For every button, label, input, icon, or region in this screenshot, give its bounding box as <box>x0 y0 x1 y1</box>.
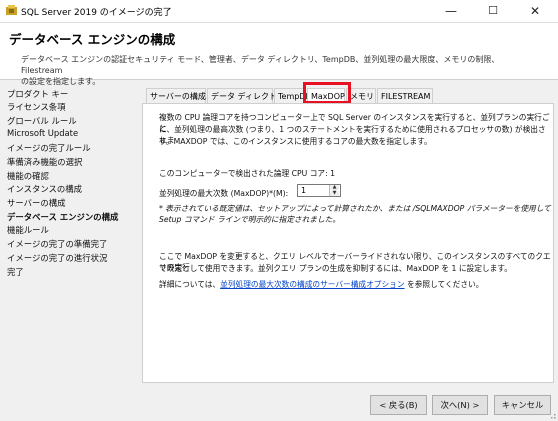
maxdop-value[interactable]: 1 <box>301 185 306 196</box>
detail-suffix: を参照してください。 <box>404 280 484 289</box>
maxdop-field-label: 並列処理の最大次数 (MaxDOP)*(M): <box>159 189 289 198</box>
spin-down-icon[interactable]: ▼ <box>330 191 339 196</box>
sidebar-item-instance-config[interactable]: インスタンスの構成 <box>7 183 82 195</box>
detected-cores-text: このコンピューターで検出された論理 CPU コア: 1 <box>159 169 336 178</box>
maxdop-tab-highlight <box>303 82 351 104</box>
maxdop-spinbox[interactable]: 1 ▲ ▼ <box>297 184 341 197</box>
sidebar-item-completion-progress[interactable]: イメージの完了の進行状況 <box>7 252 107 264</box>
tab-filestream[interactable]: FILESTREAM <box>377 88 433 103</box>
default-note-line-1: * 表示されている既定値は、セットアップによって計算されたか、または /SQLM… <box>159 204 551 213</box>
sidebar-item-prepared-features[interactable]: 準備済み機能の選択 <box>7 156 82 168</box>
tab-server-config[interactable]: サーバーの構成 <box>146 88 206 103</box>
change-info-line-2: で既定として使用できます。並列クエリ プランの生成を抑制するには、MaxDOP … <box>159 264 512 273</box>
tab-tempdb[interactable]: TempDB <box>274 88 311 103</box>
default-note-line-2: Setup コマンド ラインで明示的に指定されました。 <box>159 215 341 224</box>
window-title: SQL Server 2019 のイメージの完了 <box>21 8 172 18</box>
wizard-steps-sidebar: プロダクト キー ライセンス条項 グローバル ルール Microsoft Upd… <box>0 80 134 385</box>
sidebar-item-complete[interactable]: 完了 <box>7 266 24 278</box>
sidebar-item-image-completion-rules[interactable]: イメージの完了ルール <box>7 142 91 154</box>
spin-buttons: ▲ ▼ <box>329 185 340 196</box>
sidebar-item-ready-to-complete[interactable]: イメージの完了の準備完了 <box>7 238 107 250</box>
sidebar-item-microsoft-update[interactable]: Microsoft Update <box>7 128 78 138</box>
maxdop-panel: 複数の CPU 論理コアを持つコンピューター上で SQL Server のインス… <box>142 103 554 383</box>
page-description-line-1: データベース エンジンの認証セキュリティ モード、管理者、データ ディレクトリ、… <box>21 55 500 75</box>
title-bar: SQL Server 2019 のイメージの完了 — ☐ ✕ <box>0 0 558 23</box>
sidebar-item-feature-rules[interactable]: 機能ルール <box>7 224 49 236</box>
detail-prefix: 詳細については、 <box>159 280 221 289</box>
sidebar-item-global-rules[interactable]: グローバル ルール <box>7 115 77 127</box>
back-button[interactable]: < 戻る(B) <box>370 395 427 415</box>
minimize-button[interactable]: — <box>430 0 472 22</box>
sidebar-item-server-config[interactable]: サーバーの構成 <box>7 197 66 209</box>
detail-info: 詳細については、並列処理の最大次数の構成のサーバー構成オプション を参照してくだ… <box>159 279 483 290</box>
tab-data-directories[interactable]: データ ディレクトリ <box>207 88 285 103</box>
sidebar-item-license-terms[interactable]: ライセンス条項 <box>7 101 65 113</box>
maximize-button[interactable]: ☐ <box>472 0 514 22</box>
close-button[interactable]: ✕ <box>514 0 556 22</box>
sidebar-item-feature-review[interactable]: 機能の確認 <box>7 170 49 182</box>
cancel-button[interactable]: キャンセル <box>494 395 551 415</box>
next-button[interactable]: 次へ(N) > <box>432 395 488 415</box>
sidebar-item-database-engine-config[interactable]: データベース エンジンの構成 <box>7 211 118 223</box>
sidebar-item-product-key[interactable]: プロダクト キー <box>7 88 68 100</box>
resize-grip-icon[interactable] <box>548 411 556 419</box>
maxdop-docs-link[interactable]: 並列処理の最大次数の構成のサーバー構成オプション <box>220 280 404 289</box>
page-title: データベース エンジンの構成 <box>9 32 176 47</box>
page-header: データベース エンジンの構成 データベース エンジンの認証セキュリティ モード、… <box>0 23 558 86</box>
sql-server-app-icon <box>6 5 17 15</box>
intro-line-3: す。MAXDOP では、このインスタンスに使用するコアの最大数を指定します。 <box>159 137 432 146</box>
